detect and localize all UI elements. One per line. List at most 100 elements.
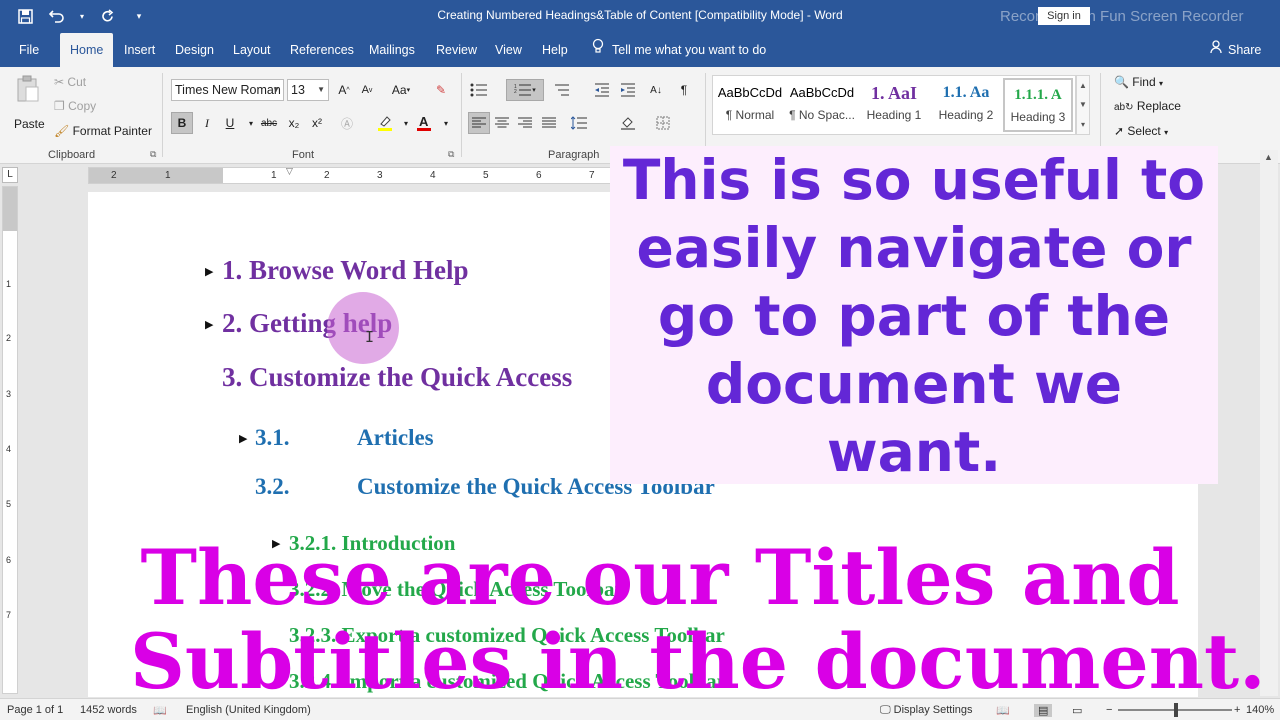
more-styles-icon[interactable]: ▾ <box>1081 120 1085 129</box>
caption-line: Subtitles in the document. <box>130 617 1266 706</box>
multilevel-list-icon[interactable] <box>550 79 572 101</box>
shading-icon[interactable] <box>617 112 639 134</box>
chevron-down-icon[interactable]: ▼ <box>1079 100 1087 109</box>
indent-marker-icon[interactable]: ▽ <box>286 166 293 177</box>
tab-review[interactable]: Review <box>436 33 477 67</box>
tab-insert[interactable]: Insert <box>124 33 155 67</box>
sign-in-button[interactable]: Sign in <box>1038 7 1090 25</box>
zoom-out-icon[interactable]: − <box>1106 704 1112 716</box>
sort-icon[interactable]: A↓ <box>645 79 667 101</box>
change-case-button[interactable]: Aa ▾ <box>386 79 416 101</box>
find-button[interactable]: 🔍 Find ▾ <box>1114 75 1163 89</box>
ruler-margin <box>3 187 17 231</box>
bold-button[interactable]: B <box>171 112 193 134</box>
tab-selector-icon[interactable]: L <box>2 167 18 183</box>
tab-design[interactable]: Design <box>175 33 214 67</box>
shrink-font-button[interactable]: Av <box>356 79 378 101</box>
zoom-thumb[interactable] <box>1174 703 1178 717</box>
read-mode-icon[interactable]: 📖 <box>996 704 1010 717</box>
style-normal[interactable]: AaBbCcDd ¶ Normal <box>715 78 785 132</box>
web-layout-icon[interactable]: ▭ <box>1072 704 1082 717</box>
text-effects-icon[interactable]: Ⓐ <box>336 112 358 134</box>
tab-help[interactable]: Help <box>542 33 568 67</box>
separator <box>705 73 706 157</box>
font-color-dropdown-icon[interactable]: ▾ <box>435 112 457 134</box>
language[interactable]: English (United Kingdom) <box>186 704 311 716</box>
font-name-box[interactable]: Times New Roman ▼ <box>171 79 284 101</box>
tell-me-box[interactable]: Tell me what you want to do <box>592 33 766 67</box>
increase-indent-icon[interactable] <box>617 79 639 101</box>
clipboard-group-label: Clipboard <box>48 149 96 161</box>
bullets-icon[interactable] <box>468 79 490 101</box>
heading-1-item[interactable]: 1. Browse Word Help <box>222 255 469 286</box>
replace-button[interactable]: ab↻ Replace <box>1114 99 1181 113</box>
chevron-down-icon[interactable]: ▼ <box>272 80 280 100</box>
tab-view[interactable]: View <box>495 33 522 67</box>
clear-formatting-icon[interactable]: ✎ <box>430 79 452 101</box>
font-color-icon[interactable]: A <box>413 112 435 134</box>
style-heading-2[interactable]: 1.1. Aa Heading 2 <box>931 78 1001 132</box>
style-heading-3[interactable]: 1.1.1. A Heading 3 <box>1003 78 1073 132</box>
vertical-scrollbar[interactable]: ▲ <box>1260 150 1278 696</box>
caption-bottom-text: These are our Titles and Subtitles in th… <box>130 536 1266 706</box>
cut-button[interactable]: ✂ Cut <box>54 75 86 89</box>
highlight-icon[interactable] <box>374 112 396 134</box>
collapse-triangle-icon[interactable]: ▶ <box>239 432 247 445</box>
strikethrough-button[interactable]: abc <box>258 112 280 134</box>
select-button[interactable]: ➚ Select ▾ <box>1114 124 1168 138</box>
grow-font-button[interactable]: A ^ <box>333 79 355 101</box>
style-heading-1[interactable]: 1. AaI Heading 1 <box>859 78 929 132</box>
decrease-indent-icon[interactable] <box>591 79 613 101</box>
show-formatting-icon[interactable]: ¶ <box>673 79 695 101</box>
separator <box>1100 73 1101 157</box>
chevron-down-icon[interactable]: ▼ <box>317 80 325 100</box>
chevron-up-icon[interactable]: ▲ <box>1264 152 1273 162</box>
zoom-level[interactable]: 140% <box>1246 704 1274 716</box>
tab-home[interactable]: Home <box>60 33 114 67</box>
proofing-icon[interactable]: 📖 <box>153 704 167 717</box>
style-name: ¶ Normal <box>725 108 775 122</box>
paste-button[interactable]: Paste <box>10 73 46 135</box>
clipboard-launcher-icon[interactable]: ⧉ <box>150 149 156 160</box>
heading-1-item[interactable]: 3. Customize the Quick Access <box>222 362 572 393</box>
subscript-button[interactable]: x₂ <box>283 112 305 134</box>
zoom-in-icon[interactable]: + <box>1234 704 1240 716</box>
line-spacing-icon[interactable] <box>568 112 590 134</box>
font-launcher-icon[interactable]: ⧉ <box>448 149 454 160</box>
borders-icon[interactable] <box>652 112 674 134</box>
caption-top-text: This is so useful to easily navigate or … <box>610 146 1218 486</box>
style-no-spacing[interactable]: AaBbCcDd ¶ No Spac... <box>787 78 857 132</box>
styles-scroll[interactable]: ▲ ▼ ▾ <box>1076 75 1090 135</box>
align-right-icon[interactable] <box>514 112 536 134</box>
ruler-tick: 5 <box>6 499 12 509</box>
caption-line: document we <box>705 352 1123 416</box>
align-center-icon[interactable] <box>491 112 513 134</box>
word-count[interactable]: 1452 words <box>80 704 137 716</box>
print-layout-icon[interactable]: ▤ <box>1034 704 1053 717</box>
collapse-triangle-icon[interactable]: ▶ <box>205 265 213 278</box>
copy-button[interactable]: ❐ Copy <box>54 99 96 113</box>
align-left-icon[interactable] <box>468 112 490 134</box>
share-button[interactable]: Share <box>1210 33 1261 67</box>
page-count[interactable]: Page 1 of 1 <box>7 704 63 716</box>
collapse-triangle-icon[interactable]: ▶ <box>205 318 213 331</box>
italic-button[interactable]: I <box>196 112 218 134</box>
justify-icon[interactable] <box>538 112 560 134</box>
style-name: Heading 1 <box>866 108 922 122</box>
display-settings-button[interactable]: 🖵 Display Settings <box>880 704 973 717</box>
tab-references[interactable]: References <box>290 33 354 67</box>
style-name: Heading 2 <box>938 108 994 122</box>
horizontal-ruler[interactable]: 2 1 1 2 3 4 5 6 7 ▽ <box>88 166 612 184</box>
superscript-button[interactable]: x² <box>306 112 328 134</box>
heading-2-item[interactable]: Articles <box>357 425 434 451</box>
numbering-icon[interactable]: 1 2 ▾ <box>506 79 544 101</box>
underline-button[interactable]: U <box>219 112 241 134</box>
separator <box>162 73 163 157</box>
font-size-box[interactable]: 13 ▼ <box>287 79 329 101</box>
tab-mailings[interactable]: Mailings <box>369 33 415 67</box>
tab-layout[interactable]: Layout <box>233 33 271 67</box>
vertical-ruler[interactable]: 1 2 3 4 5 6 7 <box>2 186 18 694</box>
chevron-up-icon[interactable]: ▲ <box>1079 81 1087 90</box>
tab-file[interactable]: File <box>19 33 39 67</box>
format-painter-button[interactable]: 🖌 Format Painter <box>54 124 152 138</box>
